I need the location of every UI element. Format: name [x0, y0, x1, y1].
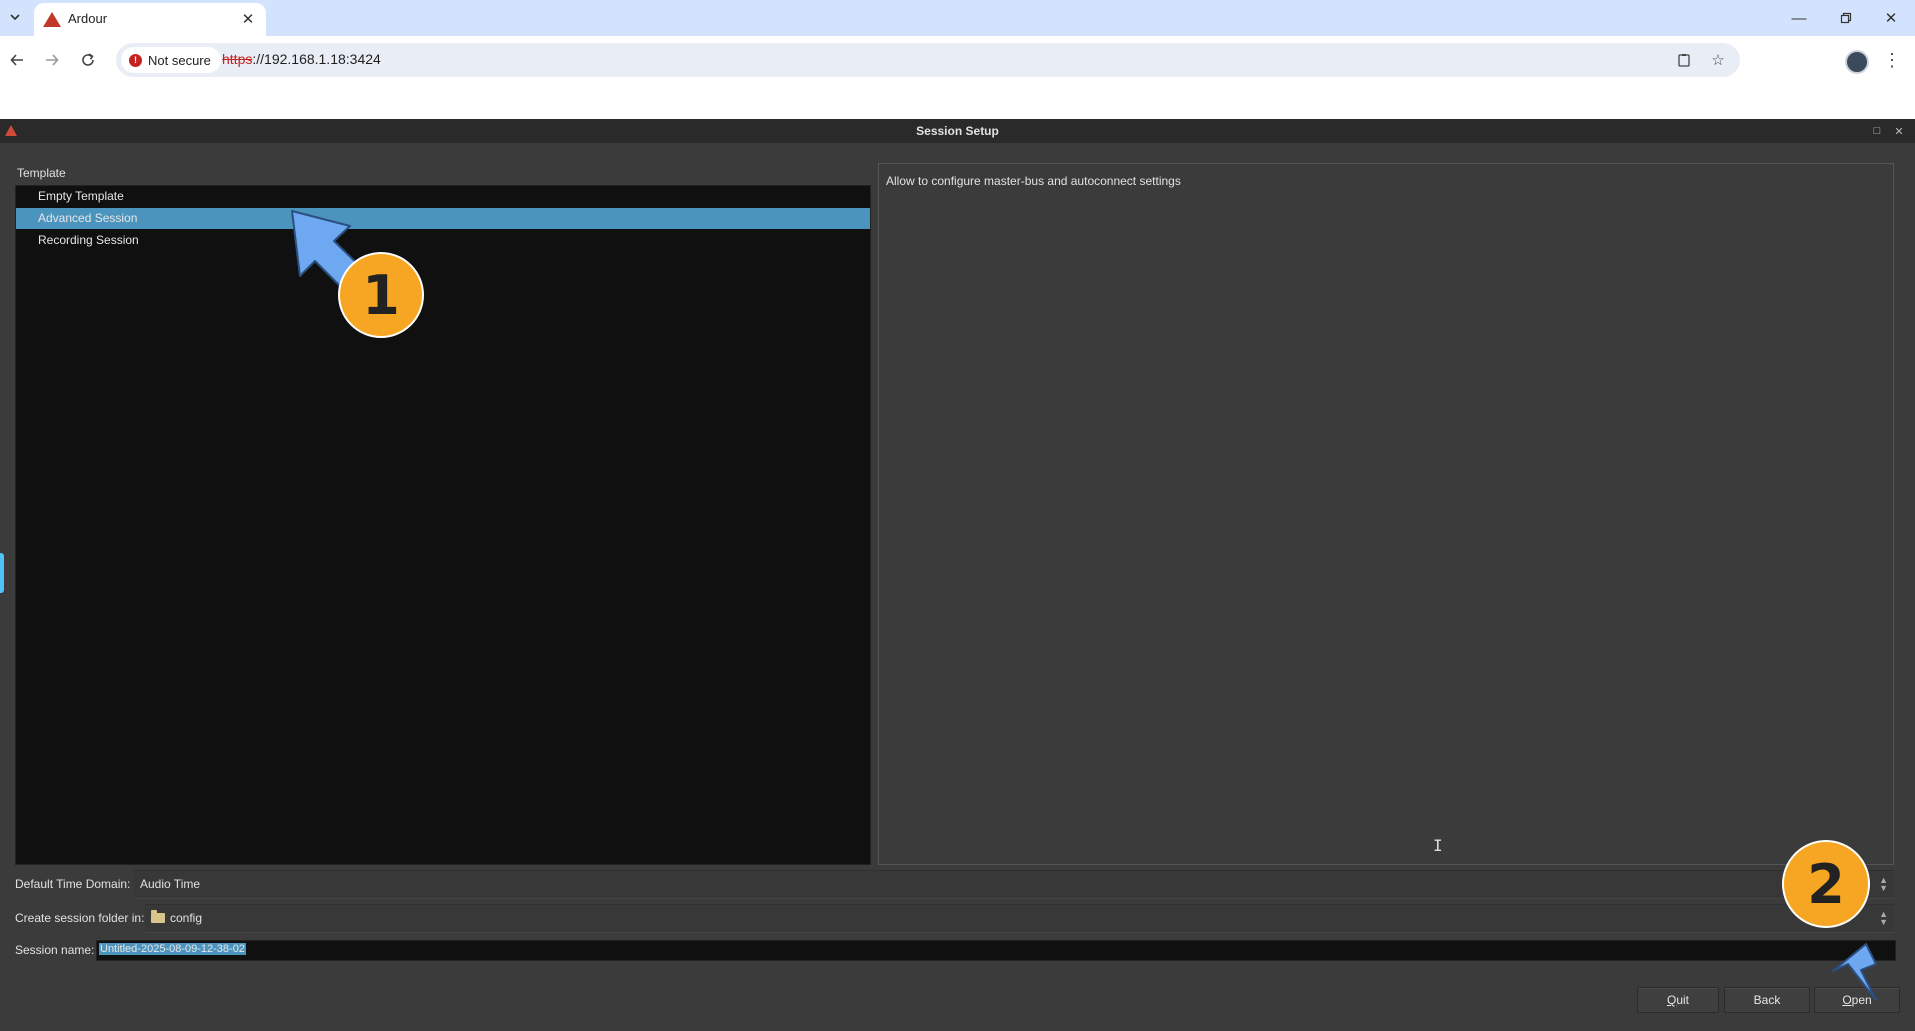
step-2-badge: 2: [1782, 840, 1870, 928]
step-1-badge: 1: [338, 252, 424, 338]
annotation-overlay: [291, 210, 1877, 1001]
annotation-arrow-2-icon: [1832, 943, 1877, 1001]
